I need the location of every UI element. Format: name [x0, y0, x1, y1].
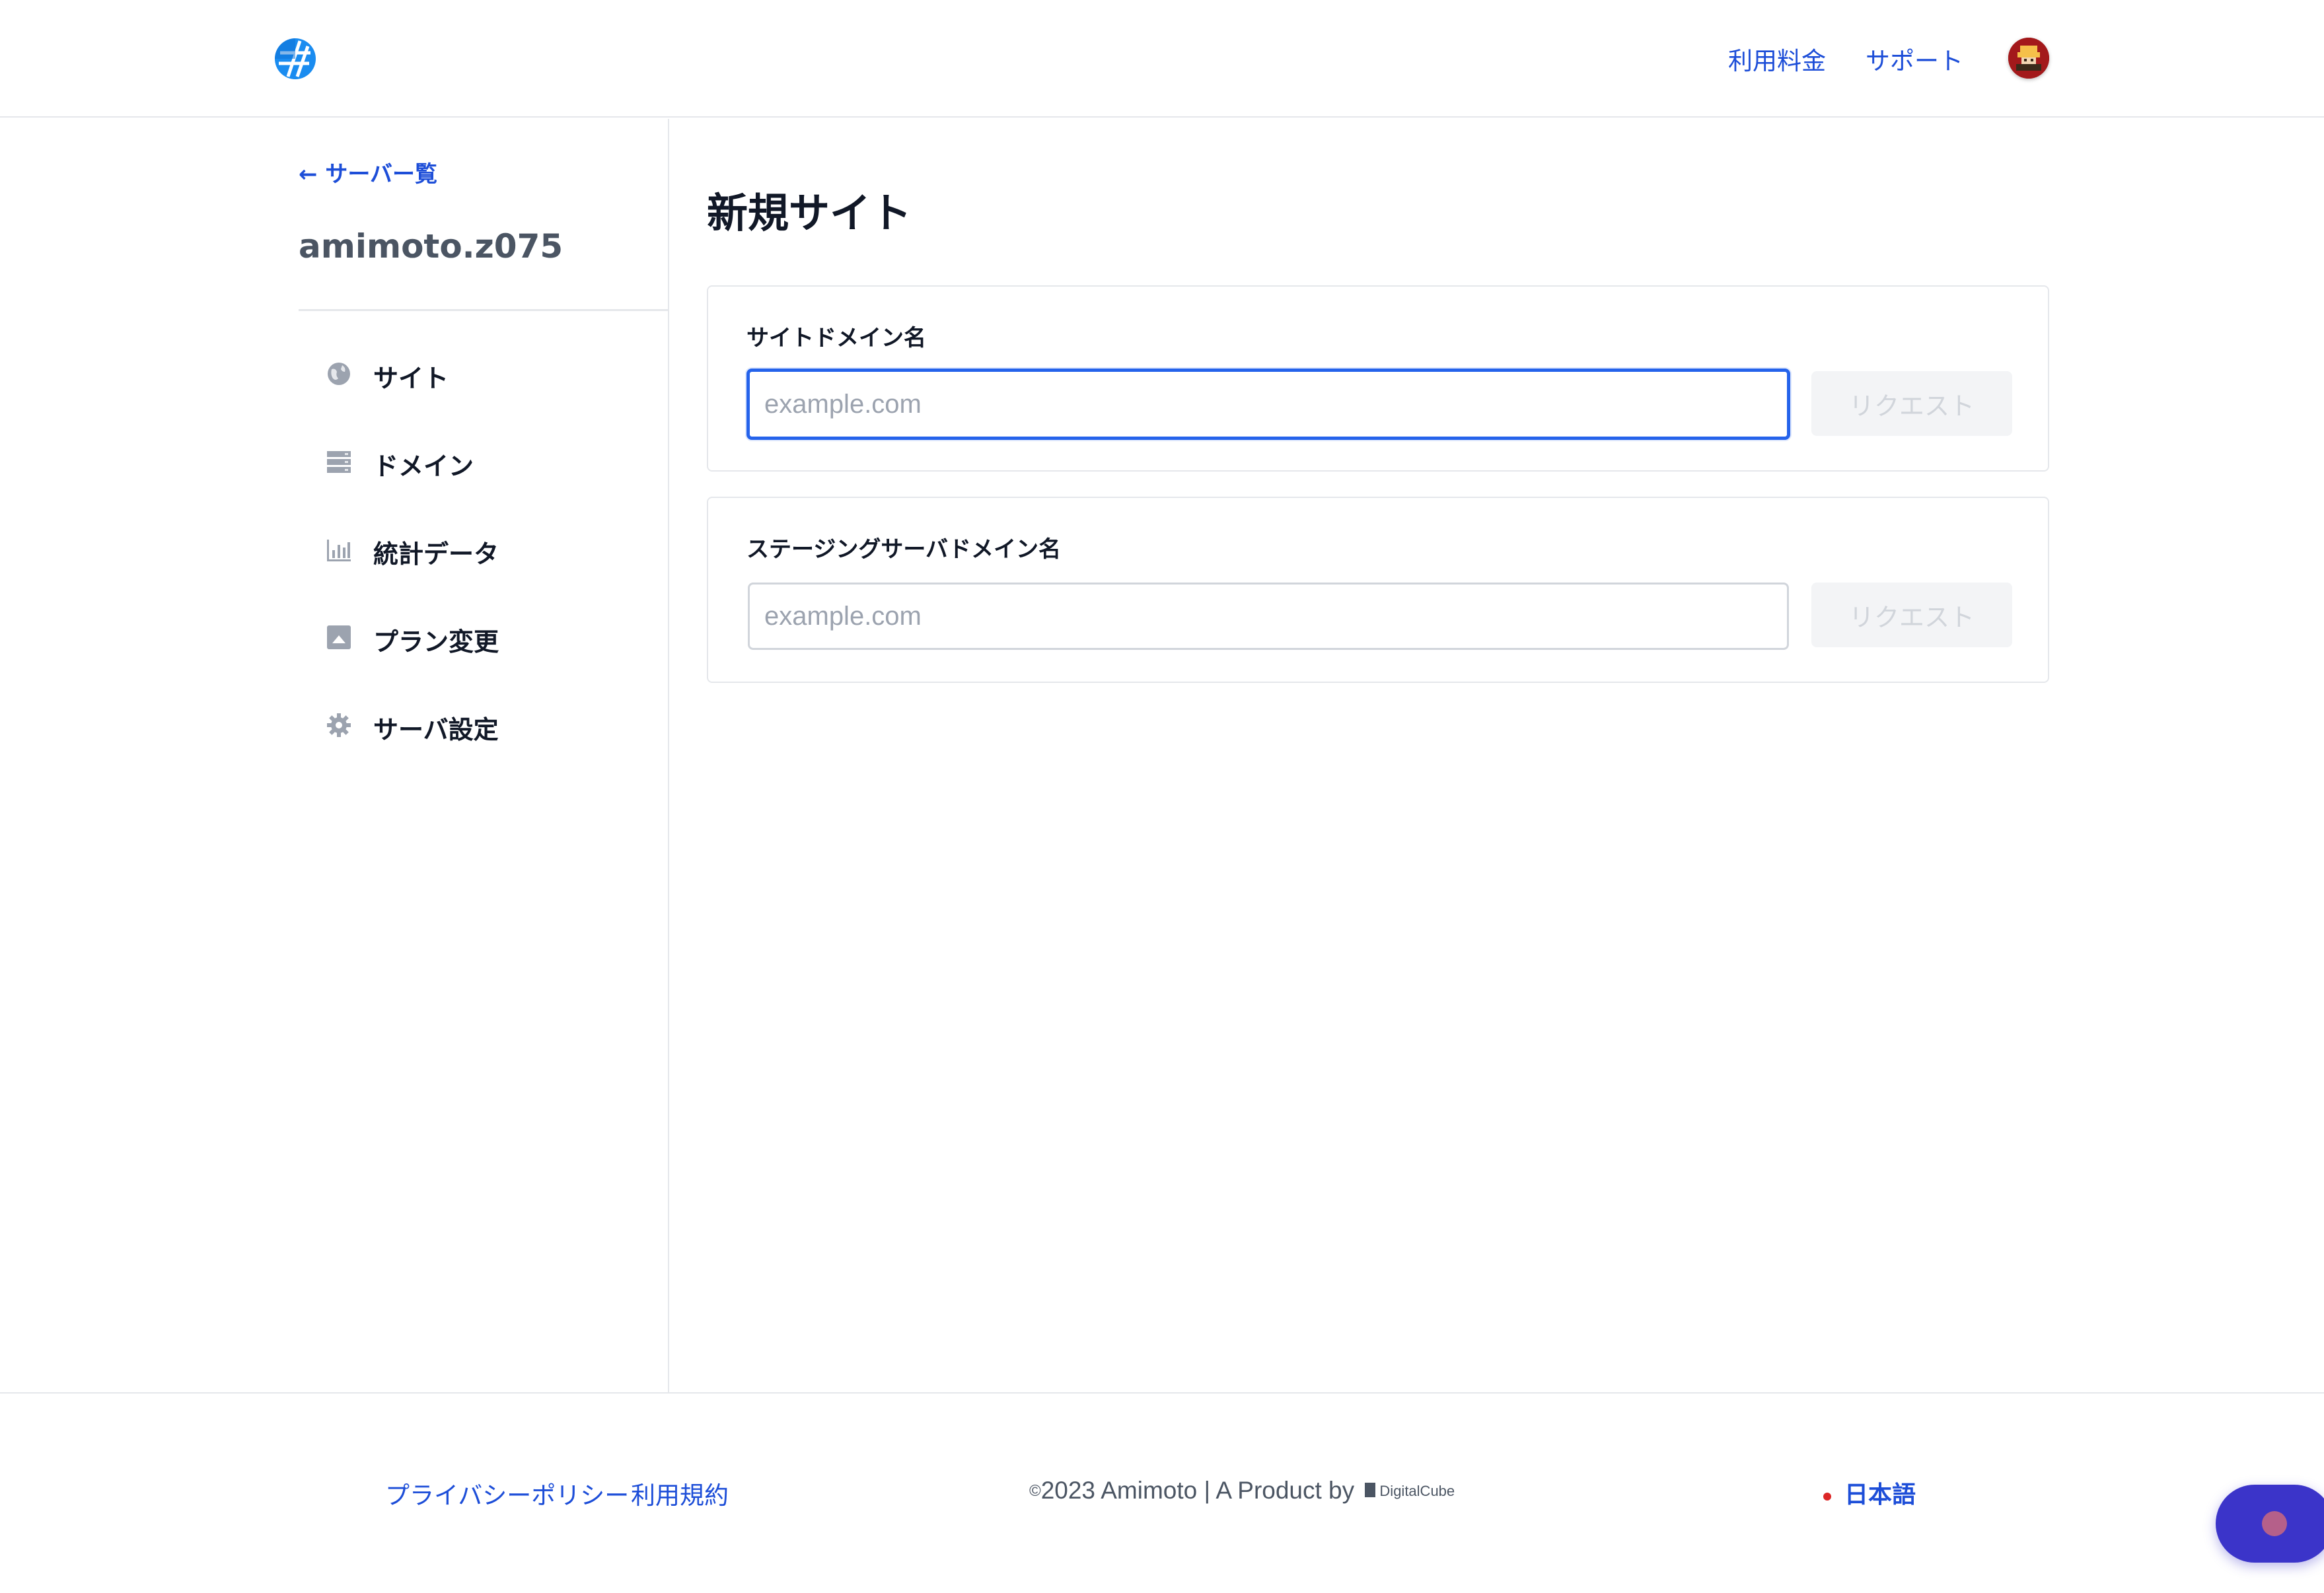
sidebar: ← サーバー覧 amimoto.z075 サイト ドメイン 統計データ プラン変… [0, 119, 669, 1392]
staging-domain-label: ステージングサーバドメイン名 [746, 536, 1061, 563]
staging-domain-request-button[interactable]: リクエスト [1811, 583, 2012, 647]
server-list-icon [327, 451, 351, 473]
terms-link[interactable]: 利用規約 [631, 1475, 729, 1511]
copyright-label: 2023 Amimoto | A Product by [1040, 1477, 1355, 1504]
staging-domain-card: ステージングサーバドメイン名 リクエスト [707, 497, 2049, 683]
support-link[interactable]: サポート [1866, 41, 1963, 77]
site-domain-label: サイトドメイン名 [746, 325, 926, 351]
top-header: 利用料金 サポート [0, 0, 2324, 118]
copyright-mark: © [1029, 1482, 1041, 1500]
privacy-policy-link[interactable]: プライバシーポリシー [385, 1475, 629, 1511]
page-title: 新規サイト [707, 189, 912, 237]
brand-label: DigitalCube [1379, 1483, 1455, 1499]
site-domain-card: サイトドメイン名 リクエスト [707, 285, 2049, 472]
back-to-server-list-link[interactable]: ← サーバー覧 [299, 156, 437, 188]
staging-domain-input[interactable] [748, 583, 1789, 650]
sidebar-item-label: サーバ設定 [373, 715, 499, 744]
copyright-text: ©2023 Amimoto | A Product by DigitalCube [1029, 1477, 1455, 1504]
gear-icon [327, 713, 351, 737]
user-avatar[interactable] [2008, 38, 2049, 79]
sidebar-item-label: プラン変更 [373, 627, 499, 656]
avatar-pixel-icon [2008, 38, 2049, 79]
footer: プライバシーポリシー 利用規約 ©2023 Amimoto | A Produc… [0, 1392, 2324, 1593]
chat-widget-button[interactable] [2216, 1485, 2324, 1563]
main-content: 新規サイト サイトドメイン名 リクエスト ステージングサーバドメイン名 リクエス… [671, 119, 2324, 1392]
language-selector[interactable]: 日本語 [1844, 1475, 1916, 1510]
app-page: 利用料金 サポート ← サーバー覧 amimoto.z075 サイト ドメイン … [0, 0, 2324, 1593]
sidebar-item-domains[interactable]: ドメイン [324, 438, 654, 484]
sidebar-item-server-settings[interactable]: サーバ設定 [324, 701, 654, 748]
sidebar-item-label: 統計データ [373, 540, 499, 569]
pricing-link[interactable]: 利用料金 [1728, 41, 1826, 77]
sidebar-item-sites[interactable]: サイト [324, 350, 654, 396]
sidebar-divider [299, 309, 669, 311]
sidebar-item-label: サイト [373, 364, 449, 393]
globe-icon [328, 363, 350, 385]
sidebar-item-label: ドメイン [373, 452, 474, 481]
bar-chart-icon [327, 540, 351, 561]
site-domain-request-button[interactable]: リクエスト [1811, 371, 2012, 436]
upgrade-icon [327, 625, 351, 649]
site-domain-input[interactable] [746, 369, 1790, 440]
digitalcube-brand[interactable]: DigitalCube [1365, 1483, 1455, 1500]
chat-icon [2262, 1511, 2287, 1536]
digitalcube-logo-icon [1365, 1483, 1376, 1497]
sidebar-item-plan-change[interactable]: プラン変更 [324, 614, 654, 660]
amimoto-logo-icon[interactable] [273, 37, 317, 81]
server-name: amimoto.z075 [299, 227, 563, 266]
sidebar-item-statistics[interactable]: 統計データ [324, 526, 654, 572]
language-indicator-dot [1823, 1493, 1831, 1501]
